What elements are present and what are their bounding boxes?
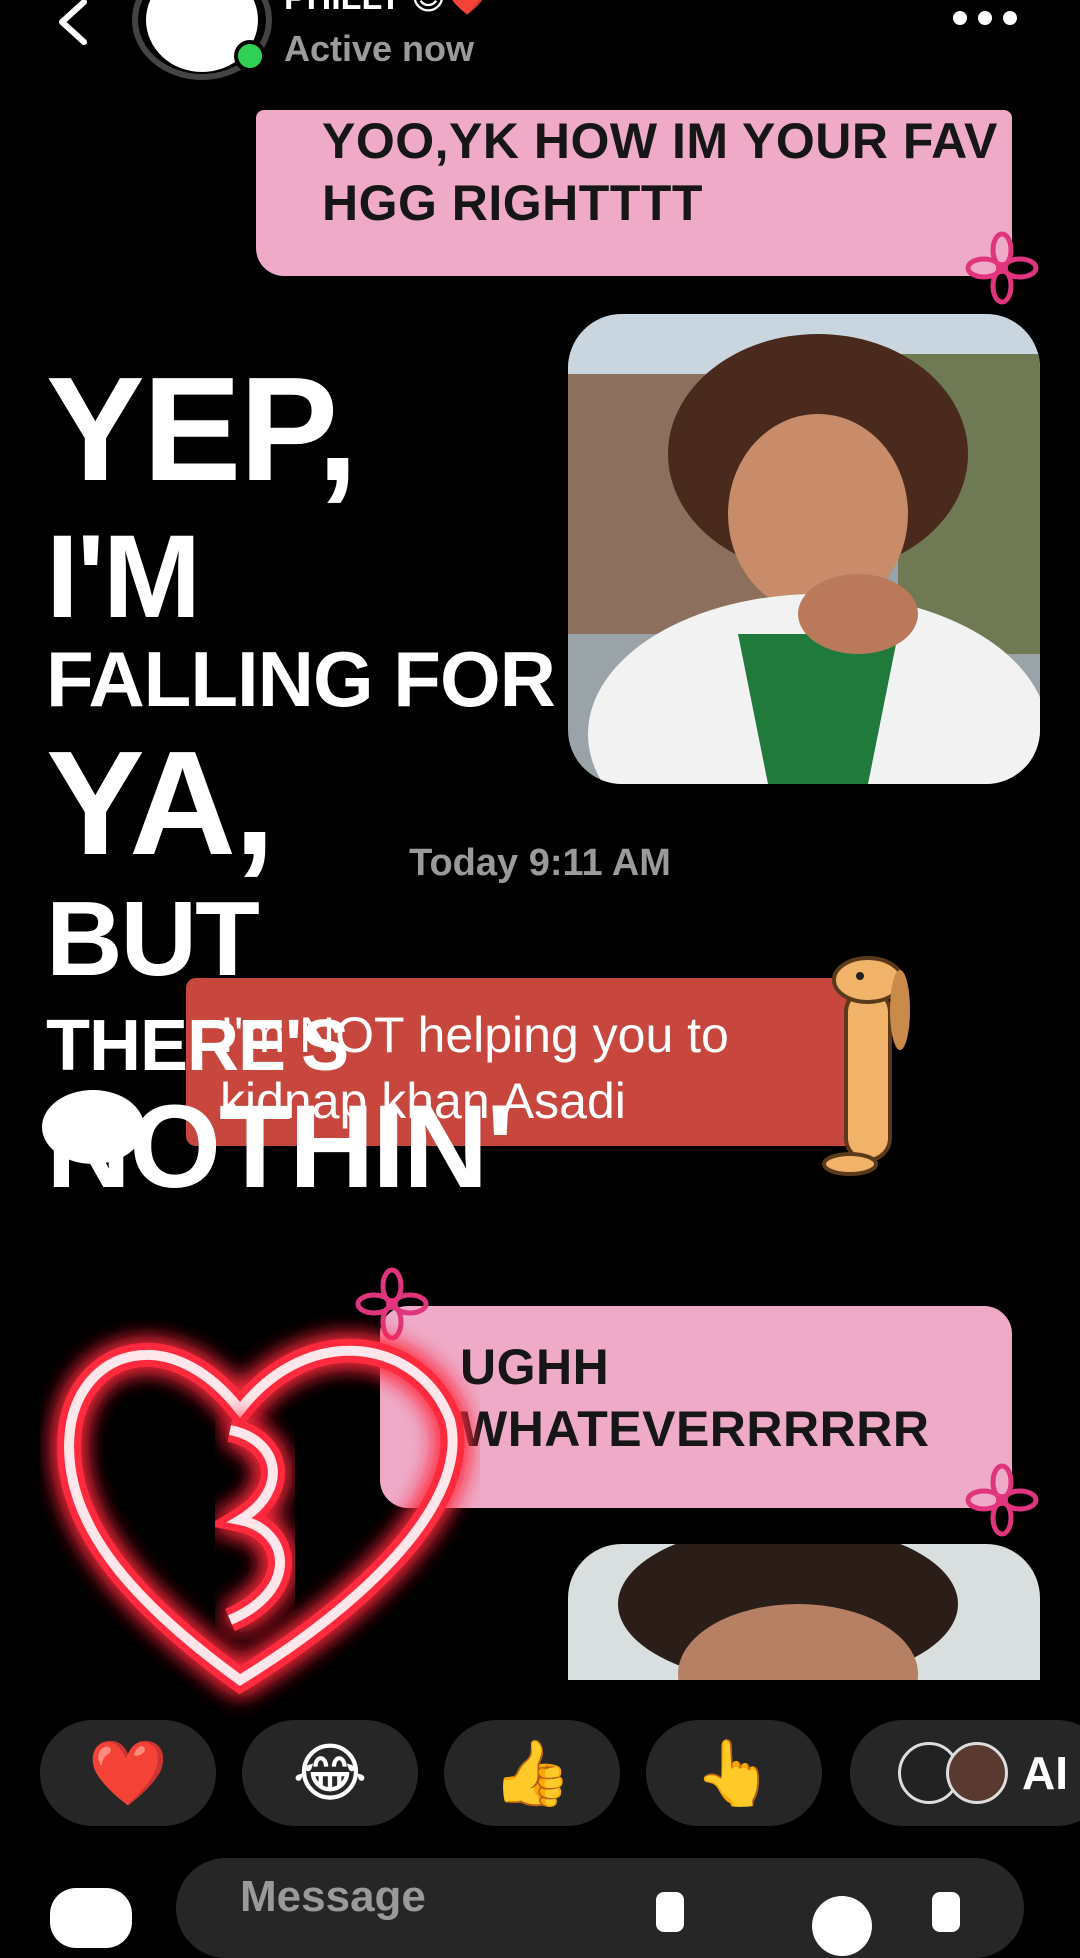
flower-decoration-icon — [965, 231, 1039, 305]
lyric-line: BUT — [46, 880, 260, 998]
ai-suggestion-button[interactable]: AI — [850, 1720, 1080, 1826]
sticker-icon[interactable] — [932, 1892, 960, 1932]
message-text: YOO,YK HOW IM YOUR FAV HGG RIGHTTTT — [322, 113, 998, 231]
flower-decoration-icon — [965, 1463, 1039, 1537]
gallery-icon[interactable] — [812, 1896, 872, 1956]
online-status-dot — [234, 40, 266, 72]
lyric-line: I'M — [46, 511, 201, 643]
shared-photo[interactable] — [568, 1544, 1040, 1680]
lyric-line: YEP, — [46, 347, 358, 512]
lyric-line: YA, — [46, 721, 275, 886]
message-input[interactable]: Message — [176, 1858, 1024, 1958]
reaction-heart[interactable]: ❤️ — [40, 1720, 216, 1826]
lyric-line: THERE'S — [46, 1006, 349, 1086]
thumbs-up-icon: 👍 — [492, 1736, 572, 1809]
laughing-face-icon: 😂 — [292, 1736, 368, 1809]
more-options-icon[interactable] — [950, 8, 1020, 28]
message-text: UGHH WHATEVERRRRRR — [460, 1339, 930, 1457]
ai-avatar — [946, 1742, 1008, 1804]
received-message-bubble[interactable]: YOO,YK HOW IM YOUR FAV HGG RIGHTTTT — [256, 110, 1012, 276]
microphone-icon[interactable] — [656, 1892, 684, 1932]
reaction-thumbs-up[interactable]: 👍 — [444, 1720, 620, 1826]
dog-sticker-icon — [822, 956, 910, 1176]
ai-label: AI — [1022, 1747, 1068, 1799]
pointing-hand-icon: 👆 — [694, 1736, 774, 1809]
camera-icon[interactable] — [50, 1888, 132, 1948]
speech-bubble-shape — [42, 1090, 144, 1164]
shared-photo[interactable] — [568, 314, 1040, 784]
broken-heart-neon-icon — [57, 1338, 465, 1695]
photo-person-image — [568, 1544, 1040, 1680]
message-placeholder: Message — [240, 1872, 426, 1921]
contact-name[interactable]: PHILLY 😉❤️ — [284, 0, 488, 18]
reaction-laugh[interactable]: 😂 — [242, 1720, 418, 1826]
lyric-line: FALLING FOR — [46, 635, 556, 723]
back-arrow-icon[interactable] — [48, 0, 98, 50]
heart-icon: ❤️ — [88, 1736, 168, 1809]
reaction-point[interactable]: 👆 — [646, 1720, 822, 1826]
active-status: Active now — [284, 28, 475, 69]
photo-person-image — [568, 314, 1040, 784]
